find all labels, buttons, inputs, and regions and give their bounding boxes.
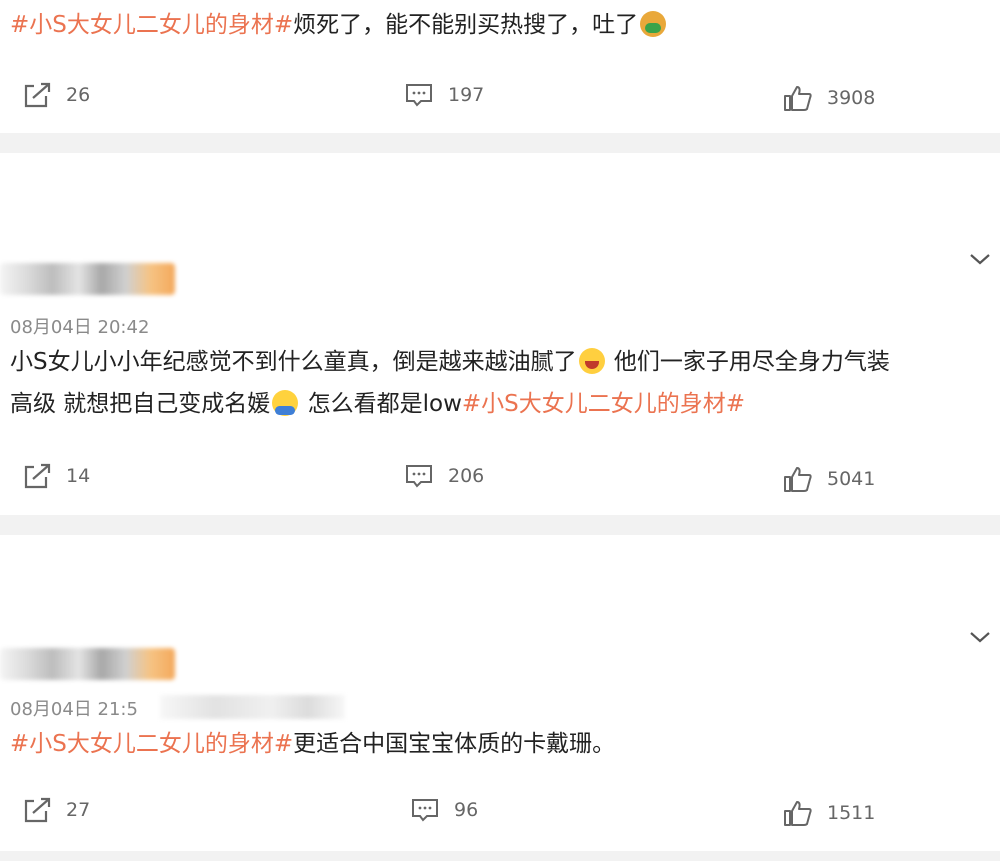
like-icon [784,467,812,492]
topic-link[interactable]: #小S大女儿二女儿的身材# [462,391,745,417]
repost-button[interactable]: 14 [22,463,90,489]
post-card-1: #小S大女儿二女儿的身材#烦死了，能不能别买热搜了，吐了 26 197 3908 [0,0,1000,133]
blurred-username [0,263,175,295]
repost-count: 26 [66,84,91,106]
post-card-3: 08月04日 21:5 #小S大女儿二女儿的身材#更适合中国宝宝体质的卡戴珊。 … [0,535,1000,851]
chevron-down-icon[interactable] [968,629,992,645]
chevron-down-icon[interactable] [968,251,992,267]
post-card-2: 08月04日 20:42 小S女儿小小年纪感觉不到什么童真，倒是越来越油腻了 他… [0,153,1000,515]
post-body-line2: 高级 就想把自己变成名媛 [10,391,271,417]
post-text: #小S大女儿二女儿的身材#更适合中国宝宝体质的卡戴珊。 [10,723,995,765]
repost-button[interactable]: 26 [22,82,90,108]
post-body-line2b: 怎么看都是low [300,391,462,417]
topic-link[interactable]: #小S大女儿二女儿的身材# [10,731,293,757]
like-button[interactable]: 3908 [783,84,875,112]
repost-icon [24,797,51,823]
comment-icon [406,465,432,488]
repost-count: 27 [66,799,91,821]
like-button[interactable]: 1511 [783,799,875,827]
post-text: #小S大女儿二女儿的身材#烦死了，能不能别买热搜了，吐了 [10,4,995,46]
comment-button[interactable]: 197 [404,82,484,108]
post-body: 更适合中国宝宝体质的卡戴珊。 [293,731,616,757]
comment-count: 96 [454,799,479,821]
blurred-username [0,648,175,680]
repost-count: 14 [66,465,91,487]
comment-button[interactable]: 96 [410,797,478,823]
like-icon [784,86,812,111]
like-icon [784,801,812,826]
repost-icon [24,82,51,108]
post-time: 08月04日 21:5 [10,699,138,720]
repost-icon [24,463,51,489]
post-body-cont: 他们一家子用尽全身力气装 [606,349,890,375]
post-text: 小S女儿小小年纪感觉不到什么童真，倒是越来越油腻了 他们一家子用尽全身力气装 高… [10,341,995,425]
topic-link[interactable]: #小S大女儿二女儿的身材# [10,12,293,38]
like-button[interactable]: 5041 [783,465,875,493]
post-body: 小S女儿小小年纪感觉不到什么童真，倒是越来越油腻了 [10,349,577,375]
emoji-hug-icon [272,390,299,416]
blurred-source [160,695,345,719]
like-count: 1511 [827,802,876,824]
post-body: 烦死了，能不能别买热搜了，吐了 [293,12,639,38]
comment-count: 197 [448,84,485,106]
comment-count: 206 [448,465,485,487]
like-count: 3908 [827,87,876,109]
comment-button[interactable]: 206 [404,463,484,489]
comment-icon [406,84,432,107]
post-time: 08月04日 20:42 [10,317,150,338]
like-count: 5041 [827,468,876,490]
emoji-laugh-icon [578,348,605,374]
comment-icon [412,799,438,822]
repost-button[interactable]: 27 [22,797,90,823]
emoji-sick-icon [640,11,667,37]
